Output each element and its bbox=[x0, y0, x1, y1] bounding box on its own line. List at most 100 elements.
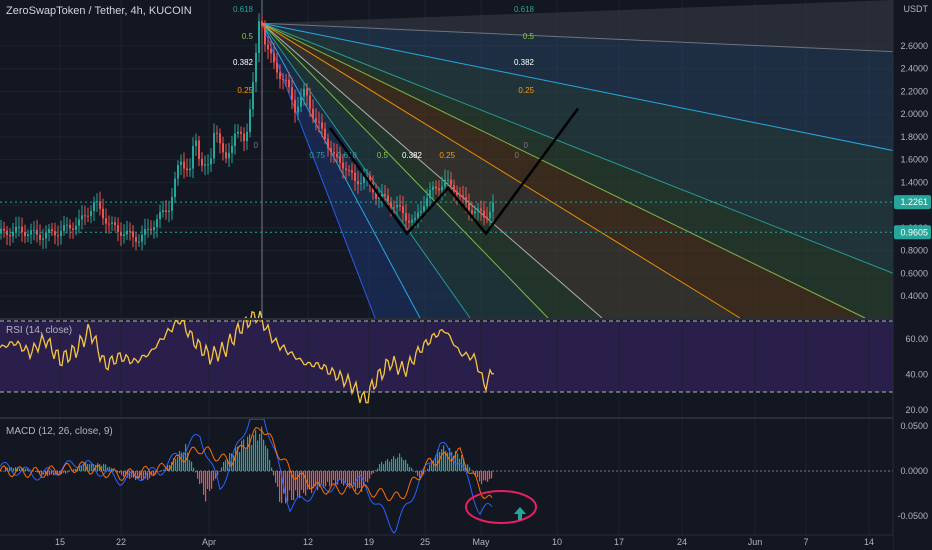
candle-body bbox=[300, 96, 302, 107]
y-tick-label: 2.4000 bbox=[900, 64, 928, 74]
candle-body bbox=[384, 194, 386, 196]
chart-canvas[interactable]: 0.618 0.5 0.382 0.25 0 0.75 0.618 0.5 0.382 0.25 0… bbox=[0, 0, 932, 550]
macd-histogram-bar bbox=[267, 448, 269, 471]
macd-histogram-bar bbox=[477, 471, 479, 478]
candle-body bbox=[228, 152, 230, 159]
macd-histogram-bar bbox=[359, 471, 361, 488]
fib-label: 0.5 bbox=[377, 151, 389, 160]
macd-histogram-bar bbox=[429, 464, 431, 471]
macd-histogram-bar bbox=[219, 471, 221, 472]
candle-body bbox=[456, 191, 458, 196]
y-tick-label: 0.4000 bbox=[900, 291, 928, 301]
candle-body bbox=[474, 211, 476, 214]
macd-histogram-bar bbox=[201, 471, 203, 484]
macd-histogram-bar bbox=[321, 471, 323, 484]
candle-body bbox=[174, 178, 176, 198]
macd-histogram-bar bbox=[459, 458, 461, 471]
candle-body bbox=[399, 205, 401, 207]
macd-histogram-bar bbox=[19, 468, 21, 471]
macd-tick-label: 0.0000 bbox=[900, 466, 928, 476]
macd-histogram-bar bbox=[395, 458, 397, 471]
rsi-tick-label: 20.00 bbox=[905, 405, 928, 415]
candle-body bbox=[12, 231, 14, 237]
candle-body bbox=[324, 128, 326, 139]
macd-histogram-bar bbox=[185, 444, 187, 471]
macd-histogram-bar bbox=[471, 470, 473, 472]
macd-histogram-bar bbox=[105, 464, 107, 471]
x-tick-label: 19 bbox=[364, 537, 374, 547]
candle-body bbox=[486, 217, 488, 219]
rsi-tick-label: 40.00 bbox=[905, 369, 928, 379]
macd-histogram-bar bbox=[367, 471, 369, 483]
y-tick-label: 1.8000 bbox=[900, 132, 928, 142]
rsi-band-fill bbox=[0, 321, 893, 392]
macd-histogram-bar bbox=[193, 467, 195, 471]
x-tick-label: May bbox=[472, 537, 490, 547]
candle-body bbox=[129, 230, 131, 232]
macd-histogram-bar bbox=[493, 471, 495, 472]
macd-histogram-bar bbox=[389, 461, 391, 471]
x-tick-label: 24 bbox=[677, 537, 687, 547]
macd-histogram-bar bbox=[287, 471, 289, 502]
candle-body bbox=[114, 222, 116, 226]
macd-histogram-bar bbox=[325, 471, 327, 487]
macd-histogram-bar bbox=[205, 471, 207, 502]
candle-body bbox=[450, 179, 452, 186]
macd-histogram-bar bbox=[485, 471, 487, 481]
candle-body bbox=[93, 202, 95, 212]
candle-body bbox=[309, 95, 311, 109]
macd-histogram-bar bbox=[123, 471, 125, 477]
macd-histogram-bar bbox=[13, 468, 15, 471]
macd-histogram-bar bbox=[235, 446, 237, 471]
chart-title: ZeroSwapToken / Tether, 4h, KUCOIN bbox=[6, 5, 192, 17]
macd-histogram-bar bbox=[213, 471, 215, 481]
candle-body bbox=[342, 162, 344, 169]
macd-histogram-bar bbox=[381, 461, 383, 471]
macd-histogram-bar bbox=[247, 436, 249, 471]
candle-body bbox=[387, 195, 389, 202]
macd-histogram-bar bbox=[363, 471, 365, 487]
candle-body bbox=[285, 79, 287, 81]
macd-tick-label: -0.0500 bbox=[897, 511, 928, 521]
fib-label: 0.382 bbox=[402, 151, 423, 160]
macd-histogram-bar bbox=[97, 463, 99, 471]
candle-body bbox=[177, 164, 179, 179]
candle-body bbox=[189, 168, 191, 171]
candle-body bbox=[87, 215, 89, 217]
candle-body bbox=[258, 21, 260, 53]
x-tick-label: Apr bbox=[202, 537, 216, 547]
candle-body bbox=[186, 168, 188, 171]
candle-body bbox=[240, 131, 242, 134]
macd-histogram-bar bbox=[371, 471, 373, 475]
candle-body bbox=[57, 235, 59, 237]
candle-body bbox=[9, 235, 11, 237]
candle-body bbox=[345, 168, 347, 171]
macd-histogram-bar bbox=[379, 464, 381, 471]
candle-body bbox=[411, 219, 413, 223]
rsi-tick-label: 60.00 bbox=[905, 334, 928, 344]
macd-histogram-bar bbox=[179, 451, 181, 471]
macd-histogram-bar bbox=[369, 471, 371, 479]
candle-body bbox=[270, 49, 272, 54]
candle-body bbox=[447, 179, 449, 181]
candle-body bbox=[282, 78, 284, 80]
macd-histogram-bar bbox=[383, 464, 385, 471]
candle-body bbox=[48, 229, 50, 233]
y-tick-label: 1.4000 bbox=[900, 177, 928, 187]
fib-label: 0 bbox=[524, 141, 529, 150]
candle-body bbox=[435, 186, 437, 189]
candle-body bbox=[408, 220, 410, 223]
fib-label: 0 bbox=[254, 141, 259, 150]
candle-body bbox=[414, 217, 416, 220]
macd-histogram-bar bbox=[289, 471, 291, 491]
price-tag-label: 0.9605 bbox=[900, 227, 928, 237]
macd-histogram-bar bbox=[305, 471, 307, 496]
candle-body bbox=[192, 146, 194, 169]
macd-histogram-bar bbox=[347, 471, 349, 486]
candle-body bbox=[75, 225, 77, 230]
macd-histogram-bar bbox=[181, 452, 183, 471]
candle-body bbox=[252, 82, 254, 110]
candle-body bbox=[102, 208, 104, 219]
candle-body bbox=[417, 212, 419, 218]
macd-histogram-bar bbox=[225, 459, 227, 471]
